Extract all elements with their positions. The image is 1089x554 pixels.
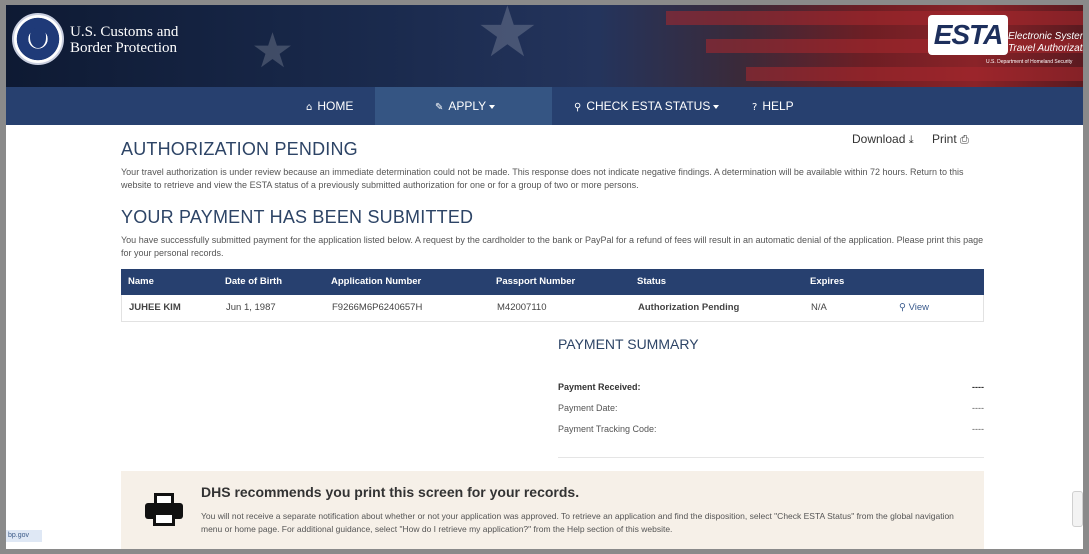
column-header-status: Status (637, 276, 667, 287)
status-bar-link[interactable]: bp.gov (6, 530, 42, 542)
application-table: Name Date of Birth Application Number Pa… (121, 269, 984, 322)
site-banner: ★ ★ U.S. Customs and Border Protection E… (6, 5, 1083, 87)
eagle-icon (30, 28, 46, 48)
print-recommendation-notice: DHS recommends you print this screen for… (121, 471, 984, 549)
column-header-application-number: Application Number (331, 276, 422, 287)
payment-summary-title: PAYMENT SUMMARY (558, 336, 699, 352)
expiration: N/A (811, 302, 827, 313)
payment-submitted-text: You have successfully submitted payment … (121, 235, 984, 258)
nav-help-label: HELP (762, 99, 794, 113)
table-header: Name Date of Birth Application Number Pa… (121, 269, 984, 295)
authorization-text: Your travel authorization is under revie… (121, 167, 964, 190)
notice-title: DHS recommends you print this screen for… (201, 484, 580, 500)
nav-home-label: HOME (317, 99, 354, 113)
application-status: Authorization Pending (638, 302, 740, 313)
payment-date-label: Payment Date: (558, 403, 618, 413)
authorization-title: AUTHORIZATION PENDING (121, 139, 358, 159)
view-application-link[interactable]: ⚲ View (899, 295, 929, 321)
payment-received-label: Payment Received: (558, 382, 641, 392)
download-label: Download (852, 132, 906, 146)
download-button[interactable]: Download ⤓ (852, 132, 914, 147)
search-icon: ⚲ (574, 102, 582, 113)
esta-department: U.S. Department of Homeland Security (986, 59, 1073, 65)
notice-text: You will not receive a separate notifica… (201, 511, 954, 534)
chevron-down-icon (713, 104, 720, 109)
nav-help[interactable]: ? HELP (752, 87, 794, 125)
print-button[interactable]: Print ⎙ (932, 132, 969, 147)
flag-star-decoration: ★ (251, 23, 295, 79)
help-icon: ? (752, 102, 758, 113)
payment-date-row: Payment Date: ---- (558, 403, 984, 417)
table-row: JUHEE KIM Jun 1, 1987 F9266M6P6240657H M… (121, 295, 984, 322)
agency-name[interactable]: U.S. Customs and Border Protection (70, 24, 178, 56)
payment-tracking-label: Payment Tracking Code: (558, 424, 657, 434)
printer-icon (145, 493, 183, 527)
print-icon: ⎙ (960, 133, 969, 146)
column-header-name: Name (128, 276, 154, 287)
passport-number: M42007110 (497, 302, 547, 313)
nav-apply[interactable]: ✎ APPLY (375, 87, 552, 125)
applicant-name: JUHEE KIM (129, 302, 181, 313)
esta-tagline: Electronic System Travel Authorization (1008, 31, 1083, 55)
nav-apply-label: APPLY (448, 99, 487, 113)
search-icon: ⚲ (899, 302, 906, 313)
home-icon: ⌂ (306, 102, 313, 113)
payment-tracking-value: ---- (972, 424, 984, 434)
nav-check-esta-status[interactable]: ⚲ CHECK ESTA STATUS (574, 87, 720, 125)
agency-name-line2: Border Protection (70, 40, 178, 56)
download-icon: ⤓ (908, 133, 914, 146)
esta-logo[interactable]: ESTA Electronic System Travel Authorizat… (926, 13, 1083, 73)
dhs-seal-logo[interactable] (12, 13, 64, 65)
column-header-expires: Expires (810, 276, 845, 287)
column-header-passport-number: Passport Number (496, 276, 576, 287)
nav-check-status-label: CHECK ESTA STATUS (586, 99, 711, 113)
chevron-down-icon (489, 104, 496, 109)
agency-name-line1: U.S. Customs and (70, 24, 179, 40)
nav-home[interactable]: ⌂ HOME (306, 87, 353, 125)
payment-received-row: Payment Received: ---- (558, 382, 984, 396)
pencil-icon: ✎ (435, 102, 444, 113)
flag-star-decoration: ★ (476, 5, 539, 73)
esta-tagline-line2: Travel Authorization (1008, 43, 1083, 54)
payment-submitted-title: YOUR PAYMENT HAS BEEN SUBMITTED (121, 207, 474, 227)
divider (558, 457, 984, 458)
browser-viewport: ★ ★ U.S. Customs and Border Protection E… (6, 5, 1083, 549)
column-header-dob: Date of Birth (225, 276, 282, 287)
esta-tagline-line1: Electronic System (1008, 31, 1083, 42)
payment-date-value: ---- (972, 403, 984, 413)
main-navigation: ⌂ HOME ✎ APPLY ⚲ CHECK ESTA STATUS ? HELP (6, 87, 1083, 125)
esta-logo-mark: ESTA (928, 15, 1008, 55)
scrollbar-handle[interactable] (1072, 491, 1083, 527)
print-label: Print (932, 132, 957, 146)
payment-tracking-row: Payment Tracking Code: ---- (558, 424, 984, 438)
date-of-birth: Jun 1, 1987 (226, 302, 276, 313)
view-label: View (908, 302, 930, 313)
payment-received-value: ---- (972, 382, 984, 392)
application-number: F9266M6P6240657H (332, 302, 423, 313)
